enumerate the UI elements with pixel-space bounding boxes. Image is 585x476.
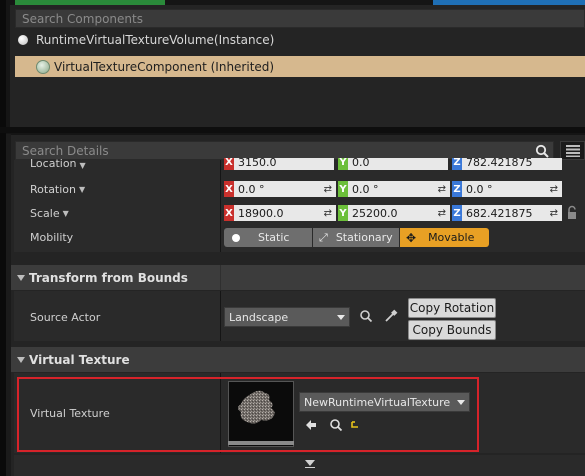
scale-y-field[interactable]: 25200.0 ⇄ bbox=[348, 205, 450, 221]
highlight-box bbox=[17, 377, 479, 452]
rotation-y-field[interactable]: 0.0 ° ⇄ bbox=[348, 181, 450, 197]
rotation-z-axis: Z bbox=[452, 181, 462, 197]
scale-dropdown-arrow[interactable]: ▼ bbox=[63, 209, 69, 218]
mobility-label: Mobility bbox=[30, 231, 74, 244]
eyedropper-icon[interactable] bbox=[384, 309, 398, 323]
rotation-y-value: 0.0 ° bbox=[352, 182, 379, 196]
rotation-x-value: 0.0 ° bbox=[238, 182, 265, 196]
scale-z-value: 682.421875 bbox=[466, 206, 533, 220]
component-root-item[interactable]: RuntimeVirtualTextureVolume(Instance) bbox=[15, 30, 585, 50]
rotation-x-axis: X bbox=[224, 181, 234, 197]
location-z-axis: Z bbox=[452, 158, 462, 170]
source-actor-value: Landscape bbox=[229, 310, 289, 324]
column-splitter[interactable] bbox=[220, 227, 221, 252]
copy-rotation-button[interactable]: Copy Rotation bbox=[408, 298, 496, 318]
advanced-expander[interactable] bbox=[14, 455, 585, 476]
panel-splitter[interactable] bbox=[0, 127, 585, 133]
location-x-value: 3150.0 bbox=[238, 158, 277, 169]
mobility-movable-button[interactable]: ✥ Movable bbox=[400, 228, 489, 247]
reset-arrow-icon[interactable]: ⇄ bbox=[324, 208, 332, 219]
reset-arrow-icon[interactable]: ⇄ bbox=[438, 184, 446, 195]
location-dropdown-arrow[interactable]: ▼ bbox=[80, 161, 86, 170]
scale-z-field[interactable]: 682.421875 ⇄ bbox=[462, 205, 562, 221]
component-child-label: VirtualTextureComponent (Inherited) bbox=[54, 59, 275, 74]
lock-icon[interactable] bbox=[566, 205, 578, 221]
reset-arrow-icon[interactable]: ⇄ bbox=[438, 208, 446, 219]
reset-arrow-icon[interactable]: ⇄ bbox=[324, 184, 332, 195]
actor-sphere-icon bbox=[18, 35, 28, 45]
reset-arrow-icon[interactable]: ⇄ bbox=[550, 208, 558, 219]
category-title: Transform from Bounds bbox=[29, 270, 188, 285]
static-label: Static bbox=[258, 231, 290, 244]
location-row: Location ▼ bbox=[30, 158, 86, 170]
scale-row: Scale ▼ bbox=[30, 205, 69, 221]
details-left-gutter bbox=[6, 134, 11, 476]
location-x-field[interactable]: 3150.0 bbox=[234, 158, 334, 170]
scale-y-axis: Y bbox=[338, 205, 348, 221]
reset-arrow-icon[interactable]: ⇄ bbox=[550, 184, 558, 195]
component-child-item[interactable]: VirtualTextureComponent (Inherited) bbox=[15, 56, 585, 77]
location-y-field[interactable]: 0.0 bbox=[348, 158, 448, 170]
location-z-value: 782.421875 bbox=[466, 158, 533, 169]
search-icon[interactable] bbox=[535, 144, 549, 158]
grid-icon bbox=[565, 144, 580, 157]
stationary-icon: ⤢ bbox=[319, 230, 328, 244]
movable-label: Movable bbox=[428, 231, 475, 244]
search-components-input[interactable]: Search Components bbox=[15, 9, 585, 28]
rotation-row: Rotation ▼ bbox=[30, 181, 85, 197]
scale-z-axis: Z bbox=[452, 205, 462, 221]
source-actor-combo[interactable]: Landscape bbox=[224, 307, 350, 327]
rotation-dropdown-arrow[interactable]: ▼ bbox=[79, 185, 85, 194]
location-z-field[interactable]: 782.421875 bbox=[462, 158, 562, 170]
rotation-y-axis: Y bbox=[338, 181, 348, 197]
browse-search-icon[interactable] bbox=[359, 309, 373, 323]
component-root-label: RuntimeVirtualTextureVolume(Instance) bbox=[36, 33, 275, 47]
scale-y-value: 25200.0 bbox=[352, 206, 398, 220]
location-values: X 3150.0 Y 0.0 Z 782.421875 bbox=[224, 158, 564, 170]
location-y-value: 0.0 bbox=[352, 158, 370, 169]
source-actor-label: Source Actor bbox=[30, 311, 101, 324]
static-icon bbox=[232, 233, 240, 242]
mobility-static-button[interactable]: Static bbox=[224, 228, 312, 247]
location-x-axis: X bbox=[224, 158, 234, 170]
location-y-axis: Y bbox=[338, 158, 348, 170]
copy-bounds-button[interactable]: Copy Bounds bbox=[408, 320, 496, 340]
column-splitter[interactable] bbox=[220, 291, 221, 341]
stationary-label: Stationary bbox=[335, 231, 393, 244]
expand-line bbox=[305, 467, 315, 468]
mobility-stationary-button[interactable]: ⤢ Stationary bbox=[313, 228, 399, 247]
scale-label[interactable]: Scale bbox=[30, 207, 60, 220]
category-title: Virtual Texture bbox=[29, 352, 130, 367]
column-splitter bbox=[220, 265, 221, 290]
location-label[interactable]: Location bbox=[30, 158, 77, 170]
rotation-z-value: 0.0 ° bbox=[466, 182, 493, 196]
scale-x-field[interactable]: 18900.0 ⇄ bbox=[234, 205, 336, 221]
collapse-arrow-icon bbox=[17, 356, 25, 363]
movable-icon: ✥ bbox=[406, 230, 417, 245]
component-icon bbox=[36, 59, 50, 74]
chevron-down-icon bbox=[337, 314, 345, 320]
rotation-z-field[interactable]: 0.0 ° ⇄ bbox=[462, 181, 562, 197]
expand-arrow-icon bbox=[305, 460, 315, 466]
category-transform-from-bounds[interactable]: Transform from Bounds bbox=[11, 265, 585, 290]
rotation-label[interactable]: Rotation bbox=[30, 183, 76, 196]
scale-x-axis: X bbox=[224, 205, 234, 221]
rotation-x-field[interactable]: 0.0 ° ⇄ bbox=[234, 181, 336, 197]
scale-x-value: 18900.0 bbox=[238, 206, 284, 220]
category-virtual-texture[interactable]: Virtual Texture bbox=[11, 347, 585, 372]
collapse-arrow-icon bbox=[17, 274, 25, 281]
